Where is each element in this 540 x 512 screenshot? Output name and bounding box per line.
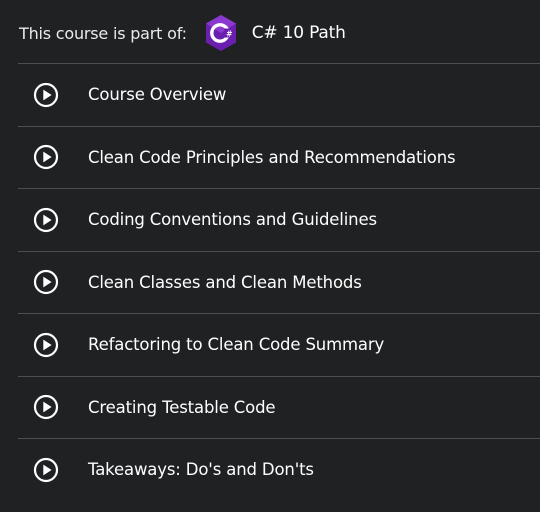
play-circle-icon[interactable] bbox=[33, 82, 59, 108]
module-title: Creating Testable Code bbox=[88, 397, 276, 417]
module-title: Course Overview bbox=[88, 85, 227, 105]
module-item[interactable]: Takeaways: Do's and Don'ts bbox=[18, 438, 540, 501]
path-name-link[interactable]: C# 10 Path bbox=[252, 23, 346, 43]
module-title: Clean Classes and Clean Methods bbox=[88, 272, 362, 292]
module-title: Takeaways: Do's and Don'ts bbox=[88, 460, 314, 480]
play-circle-icon[interactable] bbox=[33, 207, 59, 233]
module-title: Refactoring to Clean Code Summary bbox=[88, 335, 385, 355]
play-circle-icon[interactable] bbox=[33, 457, 59, 483]
module-item[interactable]: Clean Code Principles and Recommendation… bbox=[18, 125, 540, 189]
svg-text:#: # bbox=[226, 29, 232, 38]
play-circle-icon[interactable] bbox=[33, 332, 59, 358]
module-item[interactable]: Coding Conventions and Guidelines bbox=[18, 188, 540, 251]
csharp-hexagon-icon[interactable]: # bbox=[204, 14, 238, 52]
course-content-panel: This course is part of: # C# 10 Path Cou… bbox=[0, 0, 540, 512]
module-item[interactable]: Refactoring to Clean Code Summary bbox=[18, 313, 540, 376]
module-title: Coding Conventions and Guidelines bbox=[88, 210, 377, 230]
module-item[interactable]: Course Overview bbox=[18, 63, 540, 126]
module-item[interactable]: Creating Testable Code bbox=[18, 375, 540, 439]
module-item[interactable]: Clean Classes and Clean Methods bbox=[18, 250, 540, 314]
course-path-header: This course is part of: # C# 10 Path bbox=[0, 12, 540, 54]
play-circle-icon[interactable] bbox=[33, 144, 59, 170]
play-circle-icon[interactable] bbox=[33, 269, 59, 295]
play-circle-icon[interactable] bbox=[33, 394, 59, 420]
module-list: Course Overview Clean Code Principles and… bbox=[18, 63, 540, 501]
module-title: Clean Code Principles and Recommendation… bbox=[88, 147, 456, 167]
path-prefix-label: This course is part of: bbox=[19, 23, 187, 43]
